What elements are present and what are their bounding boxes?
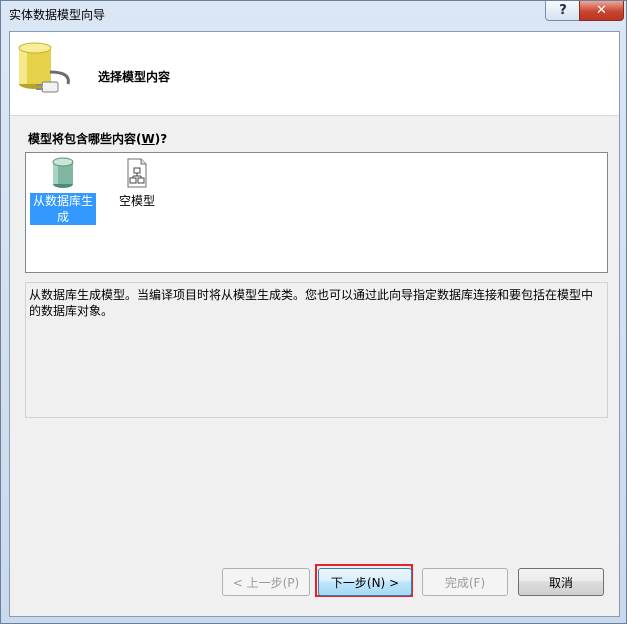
previous-button[interactable]: < 上一步(P) — [222, 568, 310, 596]
empty-model-icon — [127, 158, 147, 188]
wizard-header: 选择模型内容 — [10, 32, 619, 116]
database-icon — [52, 157, 74, 188]
page-title: 选择模型内容 — [98, 70, 171, 84]
window-title: 实体数据模型向导 — [9, 8, 106, 22]
model-content-list[interactable]: 从数据库生成 空模型 — [25, 152, 608, 273]
list-item-generate-from-database[interactable]: 从数据库生成 — [30, 157, 96, 225]
list-item-empty-model[interactable]: 空模型 — [104, 157, 170, 209]
wizard-window: 实体数据模型向导 ? ✕ 选择模型内容 模型将包含哪些内容(W)? 从数据库生成… — [0, 0, 627, 624]
description-box: 从数据库生成模型。当编译项目时将从模型生成类。您也可以通过此向导指定数据库连接和… — [25, 282, 608, 418]
cancel-button[interactable]: 取消 — [518, 568, 604, 596]
close-icon: ✕ — [596, 3, 607, 18]
wizard-body: 选择模型内容 模型将包含哪些内容(W)? 从数据库生成 空模型 从数据库生成模型… — [9, 31, 620, 617]
finish-button[interactable]: 完成(F) — [422, 568, 508, 596]
database-plug-icon — [18, 42, 70, 93]
description-text: 从数据库生成模型。当编译项目时将从模型生成类。您也可以通过此向导指定数据库连接和… — [29, 288, 594, 318]
label-suffix: )? — [154, 132, 168, 146]
list-item-label: 从数据库生成 — [30, 193, 96, 225]
title-bar[interactable]: 实体数据模型向导 ? ✕ — [1, 1, 626, 27]
list-item-label: 空模型 — [118, 194, 155, 208]
content-question-label: 模型将包含哪些内容(W)? — [28, 130, 167, 147]
next-button[interactable]: 下一步(N) > — [318, 568, 412, 596]
label-access-key: W — [141, 132, 155, 146]
help-button[interactable]: ? — [545, 1, 581, 21]
help-icon: ? — [559, 3, 567, 18]
label-prefix: 模型将包含哪些内容( — [28, 132, 142, 146]
close-button[interactable]: ✕ — [579, 1, 624, 21]
